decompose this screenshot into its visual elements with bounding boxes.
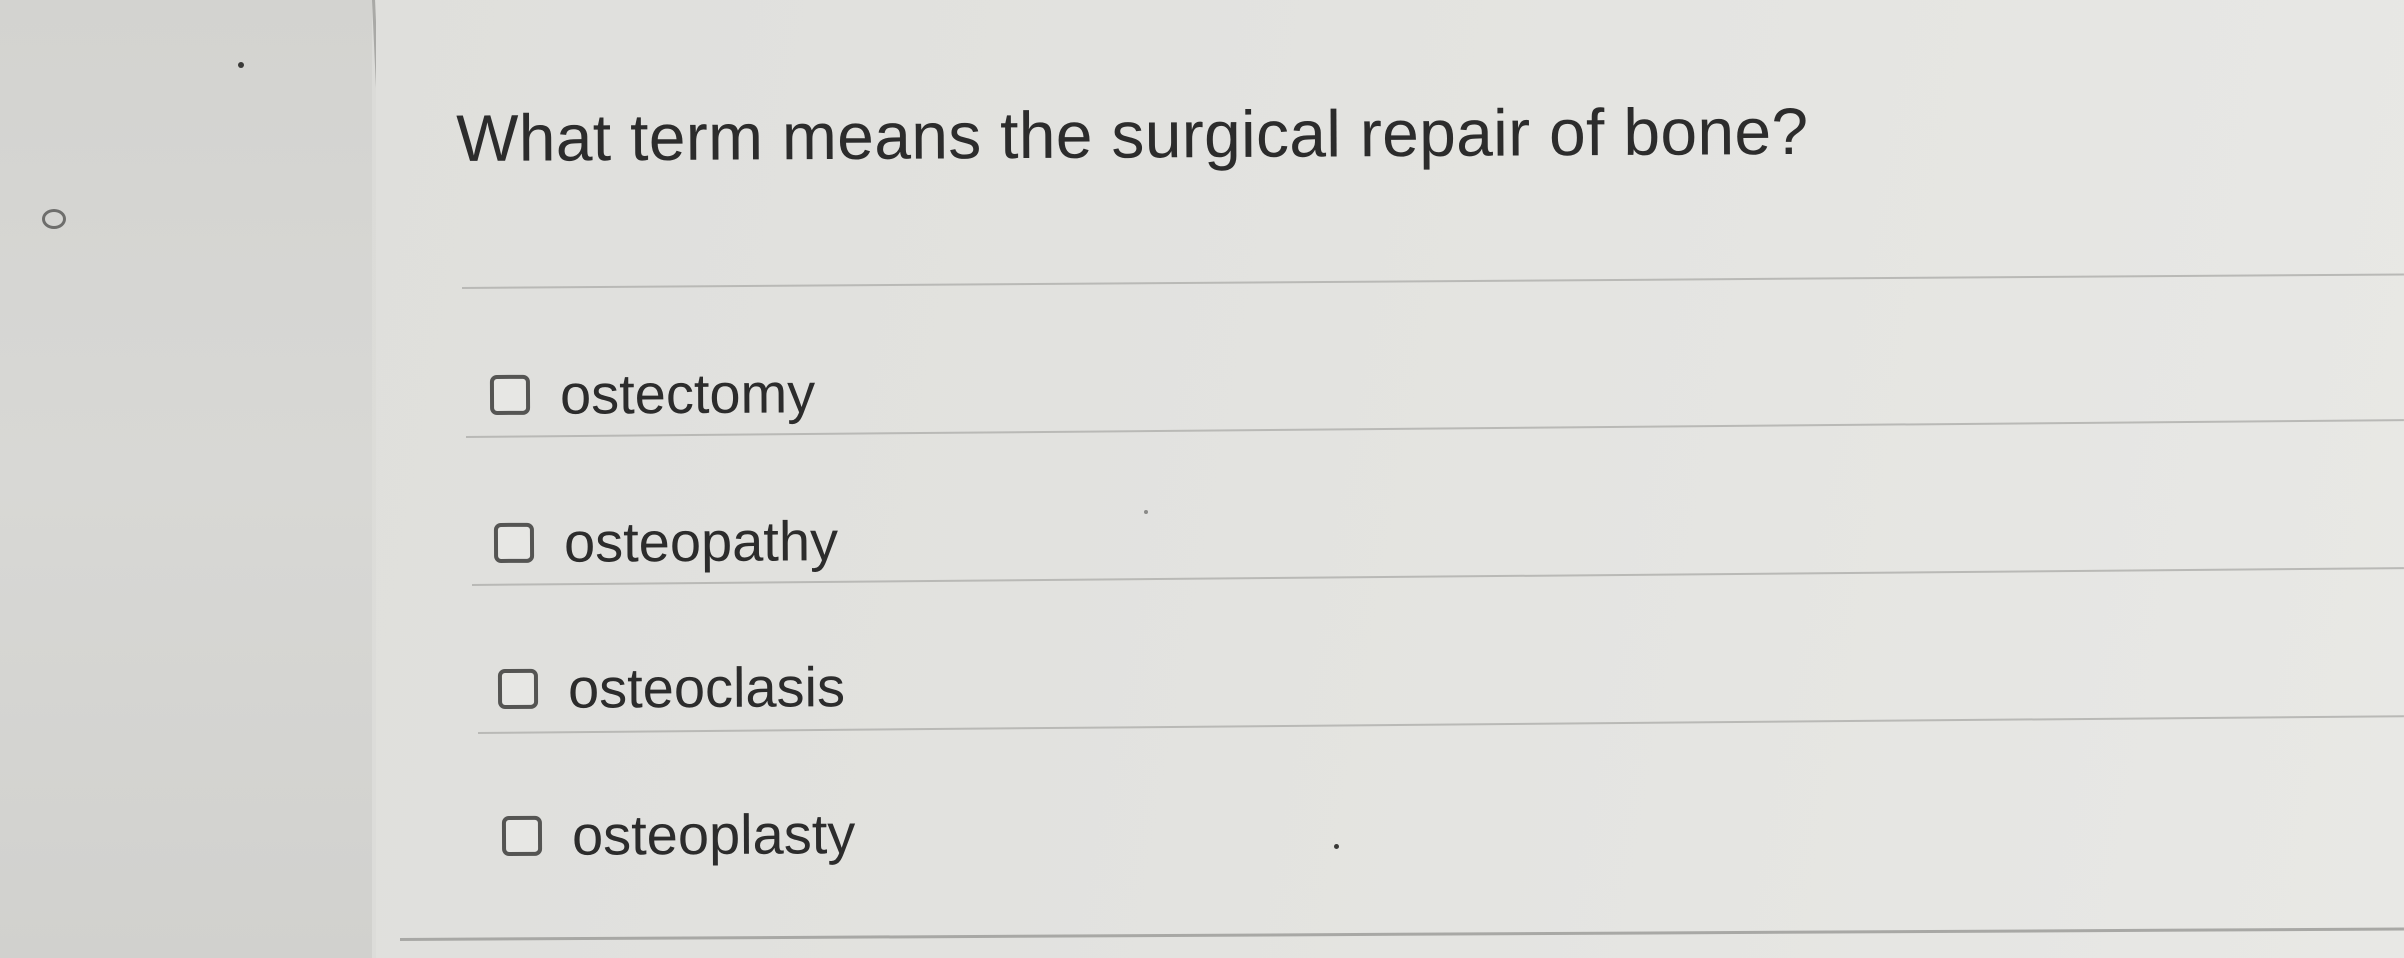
option-label: osteopathy xyxy=(563,509,839,574)
option-osteopathy[interactable]: osteopathy xyxy=(493,508,839,575)
option-ostectomy[interactable]: ostectomy xyxy=(489,360,816,427)
checkbox-icon[interactable] xyxy=(489,374,531,415)
speck xyxy=(238,62,244,68)
question-text: What term means the surgical repair of b… xyxy=(456,93,1809,175)
left-margin xyxy=(0,0,372,958)
option-osteoclasis[interactable]: osteoclasis xyxy=(497,654,846,721)
speck xyxy=(1334,844,1339,849)
checkbox-icon[interactable] xyxy=(493,522,535,563)
checkbox-icon[interactable] xyxy=(497,668,539,709)
checkbox-icon[interactable] xyxy=(501,815,543,856)
radio-button-icon[interactable] xyxy=(42,209,66,229)
option-label: ostectomy xyxy=(559,361,816,426)
option-osteoplasty[interactable]: osteoplasty xyxy=(501,801,856,868)
speck xyxy=(1144,510,1148,514)
option-label: osteoplasty xyxy=(571,802,856,867)
option-label: osteoclasis xyxy=(567,655,846,720)
